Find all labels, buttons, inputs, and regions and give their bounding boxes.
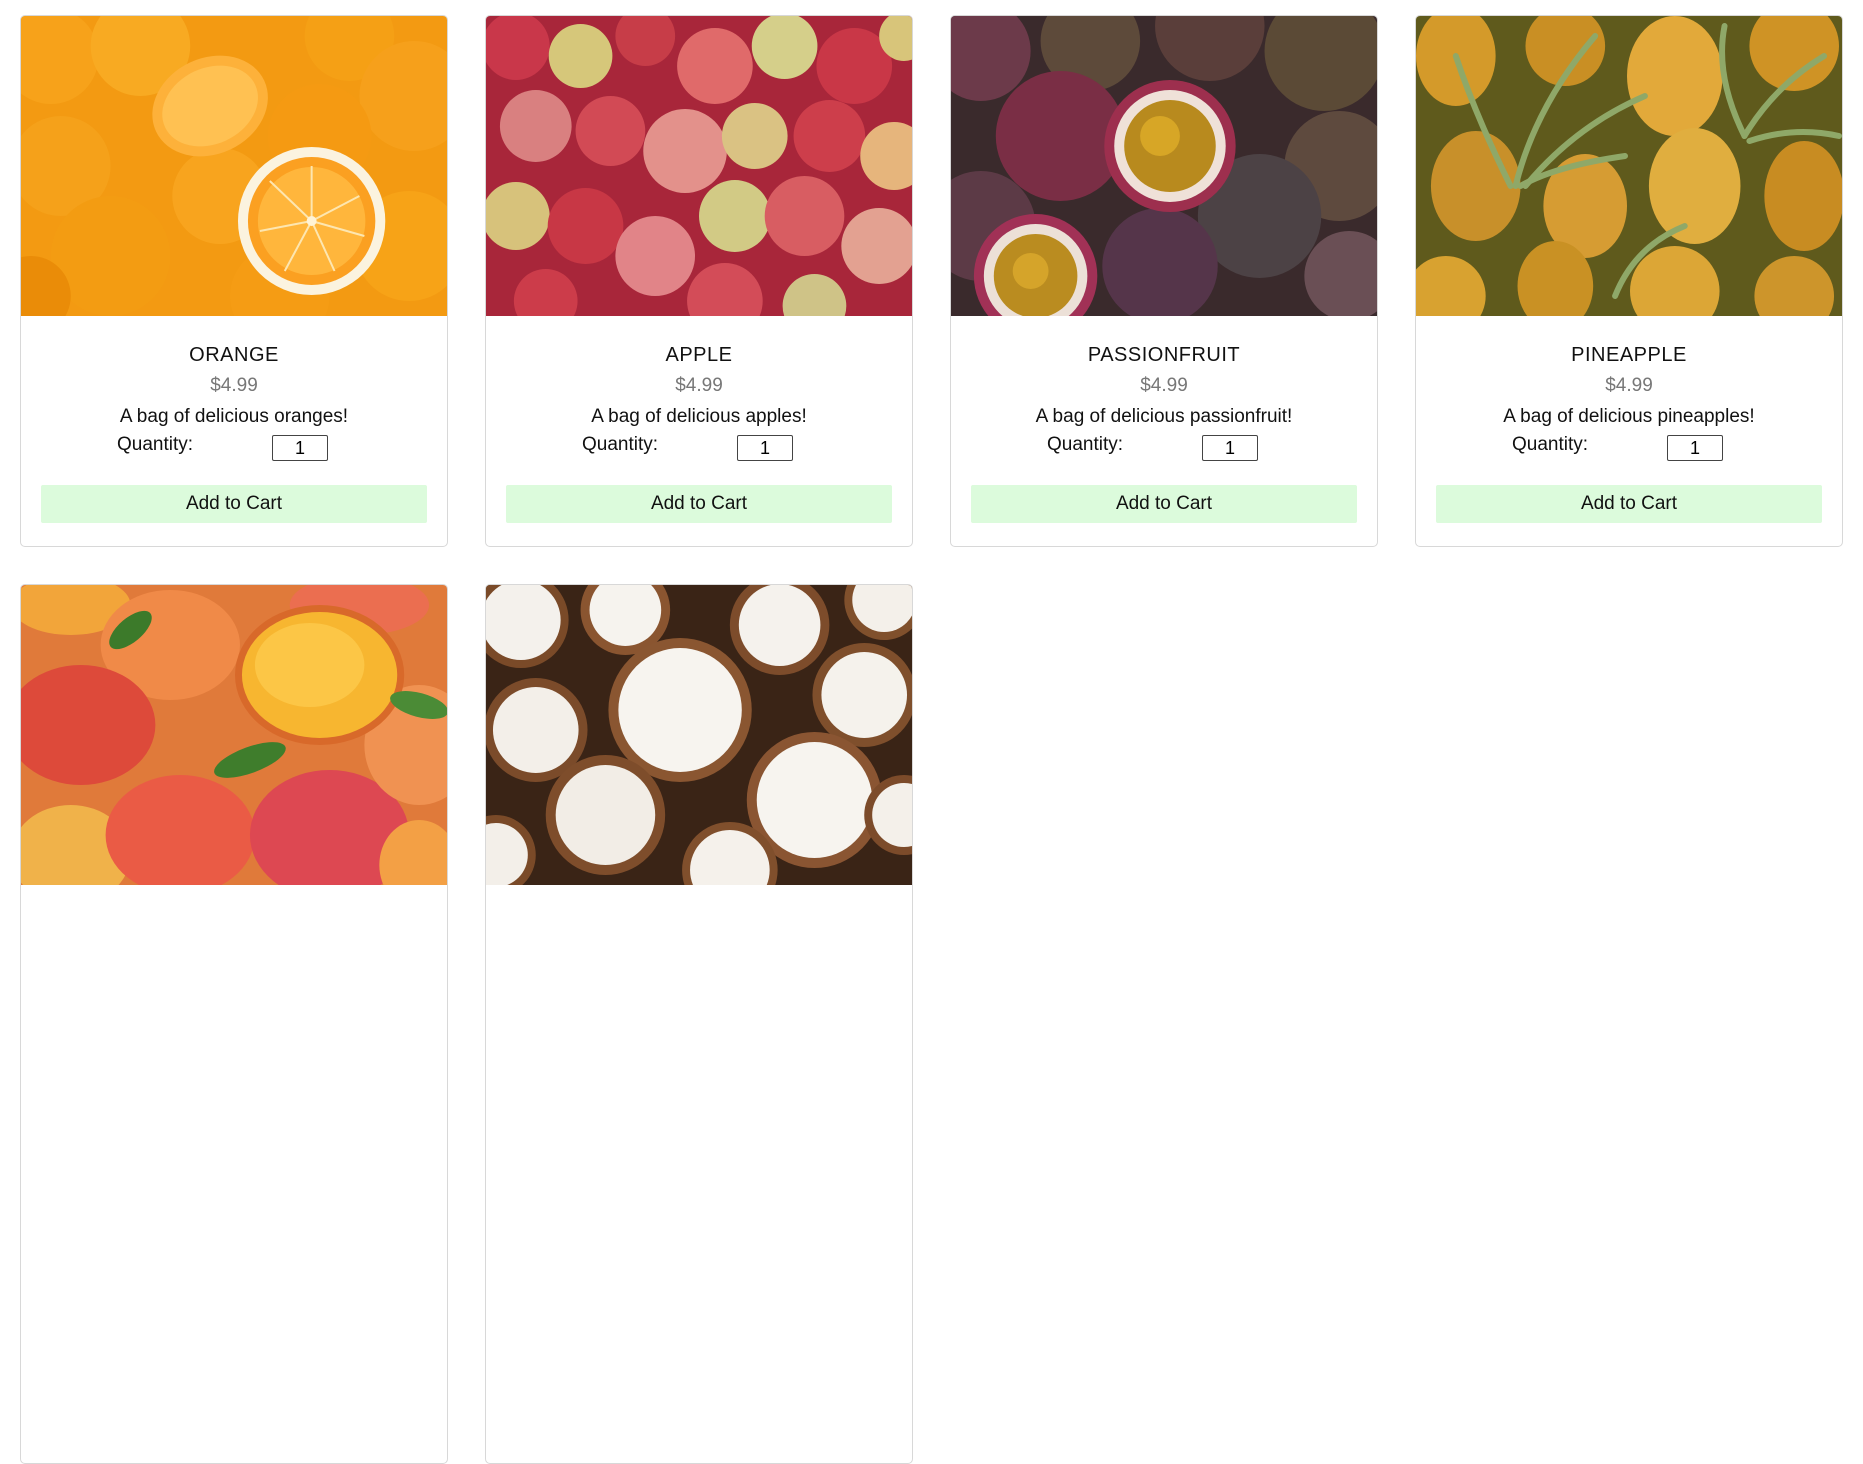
orange-photo	[21, 16, 447, 316]
quantity-row: Quantity:	[1416, 432, 1842, 464]
add-to-cart-button[interactable]: Add to Cart	[506, 485, 892, 523]
pineapple-photo	[1416, 16, 1842, 316]
product-price: $4.99	[675, 375, 723, 396]
product-card-pineapple: PINEAPPLE $4.99 A bag of delicious pinea…	[1415, 15, 1843, 547]
product-name: PASSIONFRUIT	[1087, 344, 1241, 366]
quantity-input[interactable]	[1202, 435, 1258, 461]
quantity-row: Quantity:	[951, 432, 1377, 464]
quantity-label: Quantity:	[582, 434, 659, 455]
product-card-apple: APPLE $4.99 A bag of delicious apples! Q…	[485, 15, 913, 547]
quantity-label: Quantity:	[1047, 434, 1124, 455]
quantity-row: Quantity:	[21, 432, 447, 464]
mango-photo	[21, 585, 447, 885]
product-card-mango	[20, 584, 448, 1464]
product-description: A bag of delicious oranges!	[119, 406, 349, 427]
product-price: $4.99	[210, 375, 258, 396]
add-to-cart-button[interactable]: Add to Cart	[971, 485, 1357, 523]
coconut-photo	[486, 585, 912, 885]
add-to-cart-button[interactable]: Add to Cart	[1436, 485, 1822, 523]
apple-photo	[486, 16, 912, 316]
quantity-input[interactable]	[1667, 435, 1723, 461]
product-description: A bag of delicious apples!	[591, 406, 807, 427]
quantity-label: Quantity:	[117, 434, 194, 455]
quantity-row: Quantity:	[486, 432, 912, 464]
product-card-passionfruit: PASSIONFRUIT $4.99 A bag of delicious pa…	[950, 15, 1378, 547]
add-to-cart-button[interactable]: Add to Cart	[41, 485, 427, 523]
product-price: $4.99	[1605, 375, 1653, 396]
quantity-input[interactable]	[272, 435, 328, 461]
product-name: APPLE	[665, 344, 733, 366]
product-grid: ORANGE $4.99 A bag of delicious oranges!…	[20, 15, 1843, 1464]
product-card-orange: ORANGE $4.99 A bag of delicious oranges!…	[20, 15, 448, 547]
passionfruit-photo	[951, 16, 1377, 316]
quantity-input[interactable]	[737, 435, 793, 461]
product-description: A bag of delicious passionfruit!	[1035, 406, 1293, 427]
product-description: A bag of delicious pineapples!	[1503, 406, 1755, 427]
product-name: ORANGE	[189, 344, 279, 366]
quantity-label: Quantity:	[1512, 434, 1589, 455]
product-name: PINEAPPLE	[1571, 344, 1687, 366]
product-price: $4.99	[1140, 375, 1188, 396]
product-card-coconut	[485, 584, 913, 1464]
